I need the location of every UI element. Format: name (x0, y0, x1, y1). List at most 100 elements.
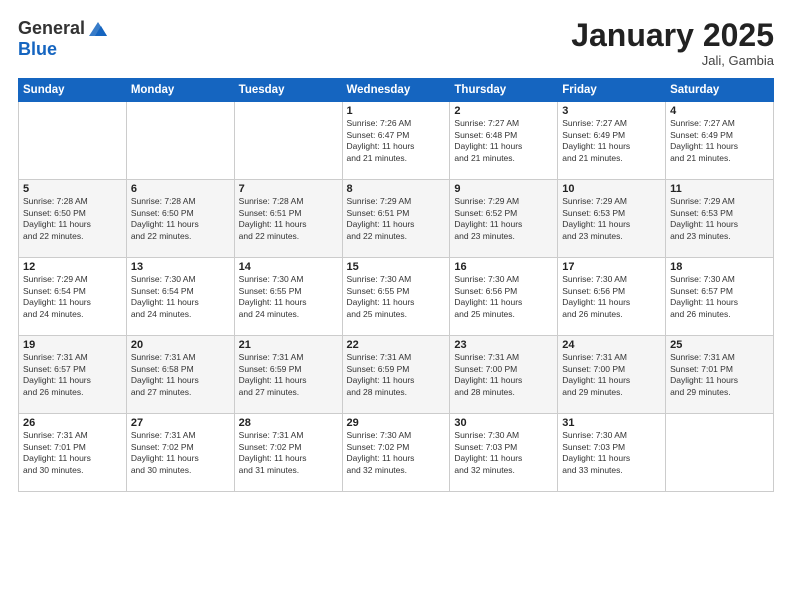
table-row: 25Sunrise: 7:31 AMSunset: 7:01 PMDayligh… (666, 336, 774, 414)
day-number: 25 (670, 339, 769, 351)
day-info: Sunrise: 7:31 AMSunset: 7:00 PMDaylight:… (454, 352, 553, 398)
table-row: 6Sunrise: 7:28 AMSunset: 6:50 PMDaylight… (126, 180, 234, 258)
table-row: 12Sunrise: 7:29 AMSunset: 6:54 PMDayligh… (19, 258, 127, 336)
day-number: 30 (454, 417, 553, 429)
day-info: Sunrise: 7:29 AMSunset: 6:54 PMDaylight:… (23, 274, 122, 320)
day-info: Sunrise: 7:30 AMSunset: 7:03 PMDaylight:… (454, 430, 553, 476)
table-row: 20Sunrise: 7:31 AMSunset: 6:58 PMDayligh… (126, 336, 234, 414)
day-info: Sunrise: 7:29 AMSunset: 6:53 PMDaylight:… (562, 196, 661, 242)
day-number: 19 (23, 339, 122, 351)
table-row: 30Sunrise: 7:30 AMSunset: 7:03 PMDayligh… (450, 414, 558, 492)
day-number: 1 (347, 105, 446, 117)
table-row (234, 102, 342, 180)
day-number: 2 (454, 105, 553, 117)
month-title: January 2025 (571, 18, 774, 53)
table-row: 9Sunrise: 7:29 AMSunset: 6:52 PMDaylight… (450, 180, 558, 258)
logo-blue: Blue (18, 40, 109, 60)
day-info: Sunrise: 7:28 AMSunset: 6:51 PMDaylight:… (239, 196, 338, 242)
day-number: 5 (23, 183, 122, 195)
col-friday: Friday (558, 79, 666, 102)
table-row: 22Sunrise: 7:31 AMSunset: 6:59 PMDayligh… (342, 336, 450, 414)
table-row: 24Sunrise: 7:31 AMSunset: 7:00 PMDayligh… (558, 336, 666, 414)
day-info: Sunrise: 7:30 AMSunset: 7:02 PMDaylight:… (347, 430, 446, 476)
table-row: 27Sunrise: 7:31 AMSunset: 7:02 PMDayligh… (126, 414, 234, 492)
table-row: 31Sunrise: 7:30 AMSunset: 7:03 PMDayligh… (558, 414, 666, 492)
table-row: 21Sunrise: 7:31 AMSunset: 6:59 PMDayligh… (234, 336, 342, 414)
logo-icon (87, 18, 109, 40)
table-row: 11Sunrise: 7:29 AMSunset: 6:53 PMDayligh… (666, 180, 774, 258)
day-number: 3 (562, 105, 661, 117)
day-number: 12 (23, 261, 122, 273)
day-number: 9 (454, 183, 553, 195)
day-info: Sunrise: 7:31 AMSunset: 7:00 PMDaylight:… (562, 352, 661, 398)
table-row: 29Sunrise: 7:30 AMSunset: 7:02 PMDayligh… (342, 414, 450, 492)
day-number: 16 (454, 261, 553, 273)
day-info: Sunrise: 7:31 AMSunset: 6:57 PMDaylight:… (23, 352, 122, 398)
day-number: 24 (562, 339, 661, 351)
day-number: 10 (562, 183, 661, 195)
day-info: Sunrise: 7:26 AMSunset: 6:47 PMDaylight:… (347, 118, 446, 164)
day-number: 11 (670, 183, 769, 195)
day-number: 21 (239, 339, 338, 351)
col-wednesday: Wednesday (342, 79, 450, 102)
day-info: Sunrise: 7:31 AMSunset: 7:02 PMDaylight:… (131, 430, 230, 476)
col-saturday: Saturday (666, 79, 774, 102)
day-number: 18 (670, 261, 769, 273)
calendar-week-row: 5Sunrise: 7:28 AMSunset: 6:50 PMDaylight… (19, 180, 774, 258)
day-info: Sunrise: 7:27 AMSunset: 6:49 PMDaylight:… (670, 118, 769, 164)
table-row: 4Sunrise: 7:27 AMSunset: 6:49 PMDaylight… (666, 102, 774, 180)
day-info: Sunrise: 7:30 AMSunset: 6:55 PMDaylight:… (347, 274, 446, 320)
col-monday: Monday (126, 79, 234, 102)
day-number: 15 (347, 261, 446, 273)
day-number: 14 (239, 261, 338, 273)
col-thursday: Thursday (450, 79, 558, 102)
calendar-table: Sunday Monday Tuesday Wednesday Thursday… (18, 78, 774, 492)
table-row: 14Sunrise: 7:30 AMSunset: 6:55 PMDayligh… (234, 258, 342, 336)
page: General Blue January 2025 Jali, Gambia S… (0, 0, 792, 612)
day-info: Sunrise: 7:31 AMSunset: 7:01 PMDaylight:… (23, 430, 122, 476)
day-info: Sunrise: 7:30 AMSunset: 6:56 PMDaylight:… (454, 274, 553, 320)
calendar-header-row: Sunday Monday Tuesday Wednesday Thursday… (19, 79, 774, 102)
table-row (126, 102, 234, 180)
day-info: Sunrise: 7:30 AMSunset: 6:55 PMDaylight:… (239, 274, 338, 320)
logo: General Blue (18, 18, 109, 60)
table-row: 19Sunrise: 7:31 AMSunset: 6:57 PMDayligh… (19, 336, 127, 414)
table-row: 8Sunrise: 7:29 AMSunset: 6:51 PMDaylight… (342, 180, 450, 258)
calendar-week-row: 1Sunrise: 7:26 AMSunset: 6:47 PMDaylight… (19, 102, 774, 180)
day-info: Sunrise: 7:28 AMSunset: 6:50 PMDaylight:… (23, 196, 122, 242)
table-row (19, 102, 127, 180)
day-info: Sunrise: 7:30 AMSunset: 6:54 PMDaylight:… (131, 274, 230, 320)
table-row (666, 414, 774, 492)
table-row: 18Sunrise: 7:30 AMSunset: 6:57 PMDayligh… (666, 258, 774, 336)
day-number: 7 (239, 183, 338, 195)
day-info: Sunrise: 7:29 AMSunset: 6:52 PMDaylight:… (454, 196, 553, 242)
col-sunday: Sunday (19, 79, 127, 102)
table-row: 28Sunrise: 7:31 AMSunset: 7:02 PMDayligh… (234, 414, 342, 492)
day-info: Sunrise: 7:31 AMSunset: 6:59 PMDaylight:… (347, 352, 446, 398)
day-number: 8 (347, 183, 446, 195)
day-info: Sunrise: 7:28 AMSunset: 6:50 PMDaylight:… (131, 196, 230, 242)
day-number: 23 (454, 339, 553, 351)
calendar-week-row: 26Sunrise: 7:31 AMSunset: 7:01 PMDayligh… (19, 414, 774, 492)
day-info: Sunrise: 7:31 AMSunset: 6:59 PMDaylight:… (239, 352, 338, 398)
day-info: Sunrise: 7:30 AMSunset: 7:03 PMDaylight:… (562, 430, 661, 476)
location: Jali, Gambia (571, 53, 774, 68)
table-row: 5Sunrise: 7:28 AMSunset: 6:50 PMDaylight… (19, 180, 127, 258)
day-info: Sunrise: 7:31 AMSunset: 6:58 PMDaylight:… (131, 352, 230, 398)
table-row: 13Sunrise: 7:30 AMSunset: 6:54 PMDayligh… (126, 258, 234, 336)
table-row: 26Sunrise: 7:31 AMSunset: 7:01 PMDayligh… (19, 414, 127, 492)
table-row: 23Sunrise: 7:31 AMSunset: 7:00 PMDayligh… (450, 336, 558, 414)
table-row: 1Sunrise: 7:26 AMSunset: 6:47 PMDaylight… (342, 102, 450, 180)
table-row: 7Sunrise: 7:28 AMSunset: 6:51 PMDaylight… (234, 180, 342, 258)
day-info: Sunrise: 7:27 AMSunset: 6:49 PMDaylight:… (562, 118, 661, 164)
table-row: 16Sunrise: 7:30 AMSunset: 6:56 PMDayligh… (450, 258, 558, 336)
calendar-week-row: 12Sunrise: 7:29 AMSunset: 6:54 PMDayligh… (19, 258, 774, 336)
day-number: 26 (23, 417, 122, 429)
table-row: 2Sunrise: 7:27 AMSunset: 6:48 PMDaylight… (450, 102, 558, 180)
table-row: 10Sunrise: 7:29 AMSunset: 6:53 PMDayligh… (558, 180, 666, 258)
day-number: 13 (131, 261, 230, 273)
day-number: 27 (131, 417, 230, 429)
title-block: January 2025 Jali, Gambia (571, 18, 774, 68)
day-number: 4 (670, 105, 769, 117)
col-tuesday: Tuesday (234, 79, 342, 102)
